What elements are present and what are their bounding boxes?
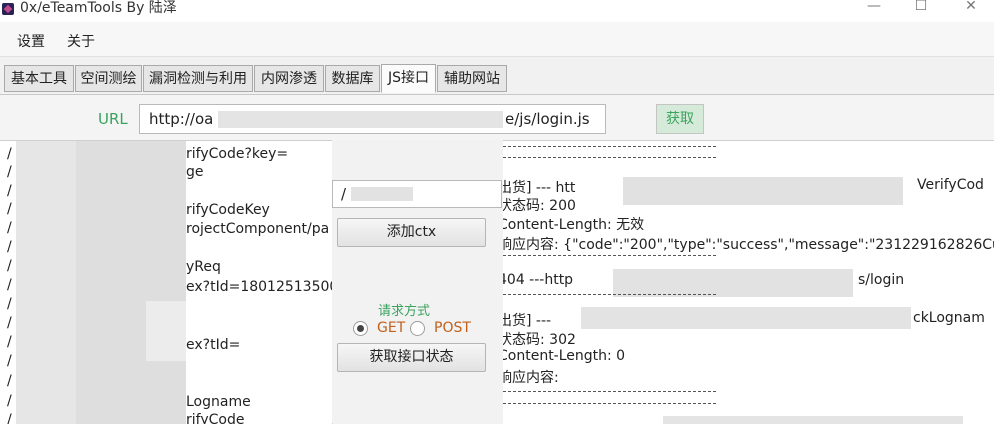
separator-line [503, 294, 716, 295]
redacted-block [623, 177, 903, 205]
tab-database[interactable]: 数据库 [325, 65, 380, 92]
url-value-end: e/js/login.js [505, 110, 590, 128]
close-button[interactable]: ✕ [948, 0, 994, 22]
redacted-block [146, 301, 186, 361]
separator-line [503, 146, 716, 147]
output-line: 出货] --- htt [503, 180, 576, 196]
url-input[interactable]: http://oa e/js/login.js [139, 104, 606, 134]
url-value-start: http://oa [149, 110, 214, 128]
list-item[interactable]: / [7, 296, 12, 312]
list-item-tail: yReq [186, 259, 221, 275]
output-line: 响应内容: [503, 370, 559, 386]
menu-about[interactable]: 关于 [67, 31, 95, 51]
list-item[interactable]: / [7, 239, 12, 255]
list-item[interactable]: / [7, 315, 12, 331]
output-panel[interactable]: 出货] --- htt VerifyCod 状态码: 200 Content-L… [503, 140, 994, 424]
list-item[interactable]: / [7, 146, 12, 162]
separator-line [503, 157, 716, 158]
list-item[interactable]: / [7, 412, 12, 424]
tab-space-mapping[interactable]: 空间测绘 [75, 65, 142, 92]
output-line: 状态码: 200 [503, 198, 576, 214]
control-panel: / 添加ctx 请求方式 GET POST 获取接口状态 [332, 140, 503, 423]
list-item-tail: ge [186, 164, 204, 180]
output-line: 响应内容: {"code":"200","type":"success","me… [503, 237, 994, 253]
redacted-block [581, 307, 911, 329]
output-line: Content-Length: 0 [503, 348, 626, 364]
list-item[interactable]: / [7, 220, 12, 236]
list-item[interactable]: / [7, 164, 12, 180]
app-logo-icon [2, 3, 14, 15]
fetch-button[interactable]: 获取 [656, 104, 704, 134]
list-item-tail: ex?tId= [186, 337, 241, 353]
list-item-tail: ex?tId=18012513500 [186, 279, 333, 295]
list-item-tail: Logname [186, 394, 251, 410]
post-radio[interactable] [410, 321, 425, 336]
ctx-input[interactable]: / [332, 180, 502, 208]
get-api-status-button[interactable]: 获取接口状态 [337, 343, 486, 372]
output-line-tail: s/login [858, 272, 905, 288]
output-line: 状态码: 302 [503, 332, 576, 348]
tab-vuln-detect[interactable]: 漏洞检测与利用 [143, 65, 253, 92]
url-label: URL [98, 110, 128, 128]
tab-js-api[interactable]: JS接口 [381, 64, 436, 93]
output-line-tail: ckLognam [913, 310, 985, 326]
maximize-button[interactable]: ☐ [898, 0, 944, 22]
redacted-block [351, 187, 413, 201]
post-radio-label[interactable]: POST [434, 320, 471, 336]
output-line: Content-Length: 无效 [503, 217, 645, 233]
request-method-label: 请求方式 [378, 304, 431, 319]
list-item-tail: rifyCode [186, 412, 245, 424]
tab-bar: 基本工具 空间测绘 漏洞检测与利用 内网渗透 数据库 JS接口 辅助网站 [0, 57, 994, 95]
list-item[interactable]: / [7, 393, 12, 409]
list-item[interactable]: / [7, 373, 12, 389]
redacted-block [218, 111, 503, 128]
redacted-block [613, 269, 853, 297]
title-bar: 0x/eTeamTools By 陆泽 — ☐ ✕ [0, 0, 994, 22]
tab-intranet[interactable]: 内网渗透 [254, 65, 324, 92]
menu-settings[interactable]: 设置 [17, 31, 45, 51]
add-ctx-button[interactable]: 添加ctx [337, 218, 486, 247]
redacted-block [16, 141, 76, 424]
get-radio[interactable] [353, 321, 368, 336]
redacted-block [76, 141, 186, 424]
tab-basic-tools[interactable]: 基本工具 [4, 65, 74, 92]
ctx-value: / [341, 185, 347, 203]
output-line-tail: VerifyCod [917, 177, 984, 193]
output-line: 404 ---http [503, 272, 574, 288]
menu-bar: 设置 关于 [0, 22, 994, 57]
get-radio-label[interactable]: GET [377, 320, 405, 336]
list-item[interactable]: / [7, 258, 12, 274]
list-item-tail: rojectComponent/pa [186, 221, 330, 237]
separator-line [503, 391, 716, 392]
list-item[interactable]: / [7, 277, 12, 293]
minimize-button[interactable]: — [851, 0, 897, 22]
list-item[interactable]: / [7, 201, 12, 217]
list-item-tail: rifyCodeKey [186, 202, 270, 218]
list-item[interactable]: / [7, 334, 12, 350]
endpoint-list[interactable]: / rifyCode?key= / ge / / rifyCodeKey / r… [0, 140, 333, 424]
separator-line [503, 255, 716, 256]
output-line: 出货] --- [503, 313, 552, 329]
separator-line [503, 403, 716, 404]
list-item-tail: rifyCode?key= [186, 146, 289, 162]
list-item[interactable]: / [7, 353, 12, 369]
window-title: 0x/eTeamTools By 陆泽 [20, 0, 177, 16]
list-item[interactable]: / [7, 183, 12, 199]
tab-aux-sites[interactable]: 辅助网站 [437, 65, 507, 92]
